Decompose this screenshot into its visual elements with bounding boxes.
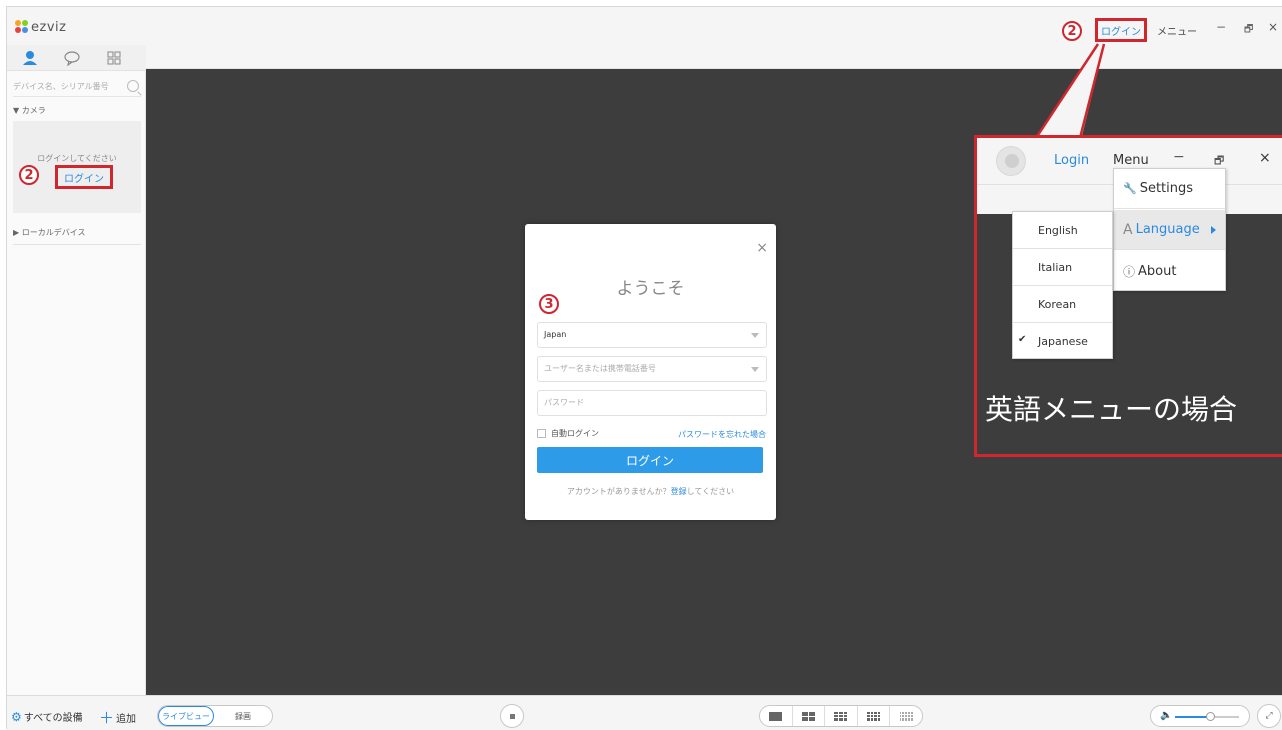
language-option-english[interactable]: English (1013, 212, 1112, 249)
volume-slider[interactable] (1175, 712, 1239, 721)
login-dialog: × ようこそ 3 Japan ユーザー名または携帯電話番号 パスワード 自動ログ… (525, 224, 776, 520)
language-option-korean[interactable]: Korean (1013, 286, 1112, 323)
register-suffix: してください (686, 487, 735, 496)
speaker-icon[interactable]: 🔈 (1160, 710, 1172, 721)
sidebar: デバイス名、シリアル番号 ▼ カメラ ログインしてください ログイン ▶ ローカ… (7, 45, 146, 695)
titlebar-menu-button[interactable]: メニュー (1157, 23, 1197, 38)
view-mode-toggle: ライブビュー 録画 (157, 705, 273, 727)
bottom-bar: ⚙ すべての設備 ＋ 追加 ライブビュー 録画 🔈 ⤢ (7, 695, 1282, 730)
auto-login-label: 自動ログイン (551, 429, 599, 438)
sidebar-login-link[interactable]: ログイン (55, 165, 113, 189)
register-link[interactable]: 登録 (671, 487, 687, 496)
main-menu-dropdown: 🔧 Settings A Language ⓘ About (1113, 168, 1226, 291)
volume-fill (1175, 716, 1211, 718)
logo-text: ezviz (31, 19, 67, 35)
volume-control: 🔈 (1150, 705, 1250, 727)
menu-item-label: About (1138, 263, 1177, 279)
ezviz-logo: ezviz (15, 19, 66, 35)
gear-icon: ⚙ (11, 709, 22, 724)
chevron-down-icon (751, 367, 759, 372)
chevron-right-icon (1210, 225, 1216, 234)
menu-item-label: Language (1135, 222, 1200, 237)
dialog-close-icon[interactable]: × (756, 240, 768, 256)
all-devices-button[interactable]: ⚙ すべての設備 (11, 709, 83, 725)
plus-icon: ＋ (99, 709, 115, 727)
step-3-marker: 3 (539, 294, 559, 314)
language-submenu: English Italian Korean ✔ Japanese (1012, 211, 1113, 359)
close-icon[interactable]: × (1268, 20, 1278, 34)
language-option-japanese[interactable]: ✔ Japanese (1013, 323, 1112, 360)
callout-caption: 英語メニューの場合 (985, 393, 1238, 426)
callout-login-button[interactable]: Login (1054, 153, 1089, 168)
callout-minimize-icon[interactable]: − (1173, 149, 1185, 165)
volume-knob[interactable] (1206, 712, 1216, 721)
search-placeholder: デバイス名、シリアル番号 (13, 82, 109, 91)
menu-item-about[interactable]: ⓘ About (1114, 251, 1225, 291)
stop-all-button[interactable] (500, 704, 524, 728)
camera-group-header[interactable]: ▼ カメラ (13, 105, 46, 116)
layout-9-button[interactable] (825, 706, 858, 726)
info-icon: ⓘ (1123, 264, 1136, 279)
language-option-italian[interactable]: Italian (1013, 249, 1112, 286)
menu-item-settings[interactable]: 🔧 Settings (1114, 169, 1225, 209)
title-bar: ezviz ログイン メニュー − 🗗 × (7, 7, 1282, 45)
wrench-icon: 🔧 (1123, 182, 1137, 195)
step-2-marker-sidebar: 2 (19, 165, 39, 185)
language-label: English (1038, 223, 1078, 237)
please-login-text: ログインしてください (37, 154, 117, 163)
checkmark-icon: ✔ (1018, 334, 1027, 345)
login-button[interactable]: ログイン (537, 447, 763, 473)
add-label: 追加 (116, 714, 137, 725)
live-view-tab[interactable]: ライブビュー (158, 706, 214, 726)
grid-icon[interactable] (105, 50, 123, 66)
dialog-title: ようこそ (616, 279, 685, 299)
callout-close-icon[interactable]: × (1259, 150, 1271, 166)
no-account-text: アカウントがありませんか？ (566, 487, 671, 496)
language-label: Korean (1038, 297, 1077, 311)
register-prompt: アカウントがありませんか？登録してください (525, 486, 776, 497)
add-device-button[interactable]: ＋ 追加 (99, 707, 136, 728)
titlebar-login-button[interactable]: ログイン (1095, 18, 1147, 42)
region-select[interactable]: Japan (537, 322, 767, 348)
step-2-marker-titlebar: 2 (1062, 21, 1082, 41)
sidebar-tabs (7, 45, 146, 71)
recording-tab[interactable]: 録画 (214, 706, 272, 726)
fullscreen-icon[interactable]: ⤢ (1257, 704, 1281, 728)
layout-1-button[interactable] (760, 706, 793, 726)
menu-item-language[interactable]: A Language (1114, 210, 1225, 250)
language-label: Japanese (1038, 335, 1088, 348)
english-menu-callout: Login Menu − 🗗 × 🔧 Settings A Language ⓘ… (974, 135, 1282, 457)
password-input[interactable]: パスワード (537, 390, 767, 416)
local-devices-group-header[interactable]: ▶ ローカルデバイス (13, 227, 141, 245)
username-input[interactable]: ユーザー名または携帯電話番号 (537, 356, 767, 382)
language-label: Italian (1038, 260, 1073, 274)
forgot-password-link[interactable]: パスワードを忘れた場合 (678, 429, 766, 440)
logo-mark-icon (15, 20, 29, 34)
restore-icon[interactable]: 🗗 (1244, 22, 1253, 39)
layout-25-button[interactable] (890, 706, 922, 726)
layout-16-button[interactable] (858, 706, 891, 726)
region-value: Japan (544, 330, 567, 339)
search-icon[interactable] (127, 80, 139, 92)
menu-item-label: Settings (1139, 181, 1194, 196)
chevron-down-icon (751, 333, 759, 338)
auto-login-option[interactable]: 自動ログイン (537, 428, 599, 439)
video-toolbar (146, 45, 1282, 69)
all-devices-label: すべての設備 (23, 713, 83, 724)
username-placeholder: ユーザー名または携帯電話番号 (544, 364, 656, 373)
callout-menu-button[interactable]: Menu (1113, 153, 1149, 168)
password-placeholder: パスワード (544, 398, 584, 407)
person-icon[interactable] (21, 50, 39, 66)
device-search-input[interactable]: デバイス名、シリアル番号 (13, 77, 141, 97)
layout-4-button[interactable] (793, 706, 826, 726)
auto-login-checkbox[interactable] (537, 429, 546, 438)
layout-selector (759, 705, 923, 727)
chat-icon[interactable] (63, 50, 81, 67)
language-icon: A (1123, 221, 1133, 238)
minimize-icon[interactable]: − (1216, 20, 1226, 34)
avatar[interactable] (996, 146, 1026, 176)
